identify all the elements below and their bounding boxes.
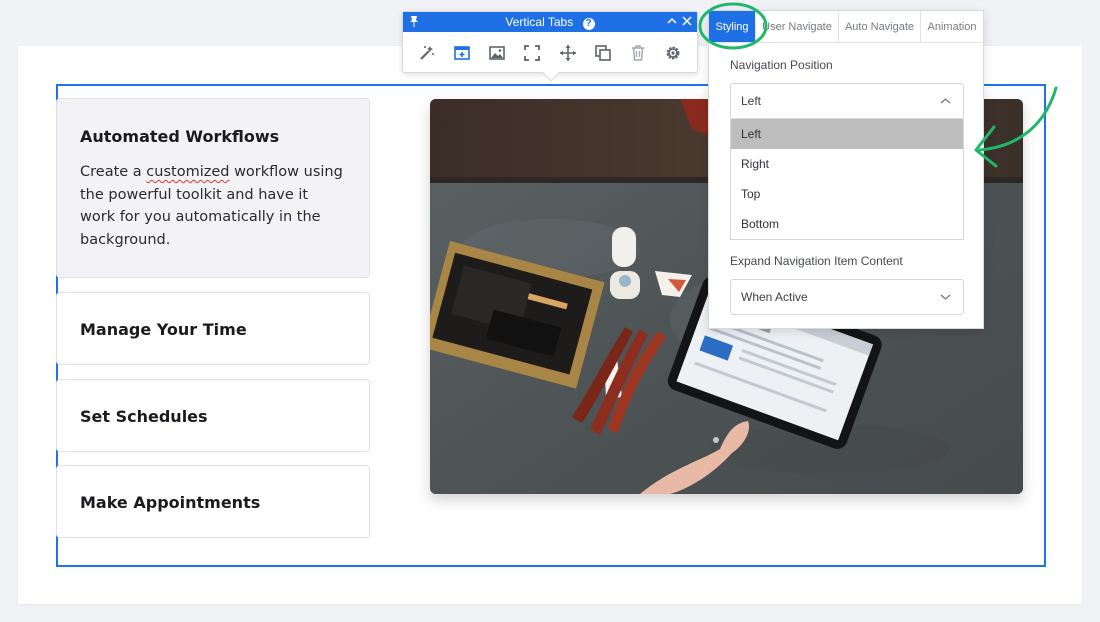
- option-right[interactable]: Right: [731, 149, 963, 179]
- navigation-position-options: Left Right Top Bottom: [730, 119, 964, 240]
- fullscreen-icon[interactable]: [519, 40, 545, 66]
- spellcheck-word: customized: [146, 164, 230, 180]
- toolbar-header: Vertical Tabs ?: [403, 12, 697, 32]
- help-circle-icon[interactable]: ?: [582, 18, 595, 30]
- select-value: When Active: [741, 290, 808, 304]
- tab-title: Automated Workflows: [80, 127, 280, 146]
- tab-styling[interactable]: Styling: [709, 11, 756, 42]
- collapse-icon[interactable]: [667, 14, 677, 31]
- module-toolbar: Vertical Tabs ?: [402, 11, 698, 82]
- tab-manage-your-time[interactable]: Manage Your Time: [56, 292, 370, 365]
- tab-make-appointments[interactable]: Make Appointments: [56, 465, 370, 538]
- tab-animation[interactable]: Animation: [921, 11, 983, 42]
- image-icon[interactable]: [484, 40, 510, 66]
- settings-panel: Styling User Navigate Auto Navigate Anim…: [708, 10, 984, 329]
- tab-automated-workflows[interactable]: Automated Workflows Create a customized …: [56, 98, 370, 278]
- trash-icon[interactable]: [625, 40, 651, 66]
- option-left[interactable]: Left: [731, 119, 963, 149]
- navigation-position-select[interactable]: Left: [730, 83, 964, 119]
- duplicate-icon[interactable]: [590, 40, 616, 66]
- magic-wand-icon[interactable]: [414, 40, 440, 66]
- tab-title: Manage Your Time: [80, 320, 247, 339]
- chevron-up-icon: [940, 95, 951, 110]
- select-value: Left: [741, 94, 762, 108]
- tab-description: Create a customized workflow using the p…: [80, 164, 343, 248]
- gear-icon[interactable]: [660, 40, 686, 66]
- option-bottom[interactable]: Bottom: [731, 209, 963, 239]
- chevron-down-icon: [940, 291, 951, 306]
- expand-content-label: Expand Navigation Item Content: [730, 254, 903, 268]
- expand-content-select[interactable]: When Active: [730, 279, 964, 315]
- navigation-position-label: Navigation Position: [730, 58, 833, 72]
- toolbar-title: Vertical Tabs: [505, 15, 574, 29]
- tab-set-schedules[interactable]: Set Schedules: [56, 379, 370, 452]
- tab-auto-navigate[interactable]: Auto Navigate: [839, 11, 921, 42]
- panel-tab-bar: Styling User Navigate Auto Navigate Anim…: [709, 11, 983, 43]
- option-top[interactable]: Top: [731, 179, 963, 209]
- tab-user-navigate[interactable]: User Navigate: [756, 11, 839, 42]
- tab-title: Set Schedules: [80, 407, 208, 426]
- move-icon[interactable]: [555, 40, 581, 66]
- add-tab-icon[interactable]: [449, 40, 475, 66]
- tab-title: Make Appointments: [80, 493, 261, 512]
- close-icon[interactable]: [682, 14, 692, 31]
